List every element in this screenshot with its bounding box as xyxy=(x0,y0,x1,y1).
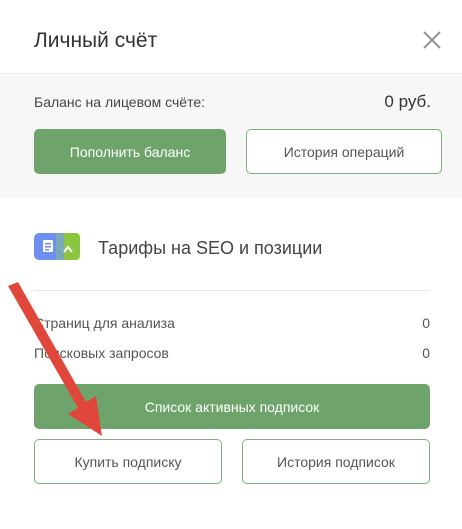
stat-value: 0 xyxy=(422,315,430,331)
buy-subscription-button[interactable]: Купить подписку xyxy=(34,439,222,484)
panel-header: Личный счёт xyxy=(0,0,462,74)
account-panel: Личный счёт Баланс на лицевом счёте: 0 р… xyxy=(0,0,462,529)
stat-label: Поисковых запросов xyxy=(34,345,169,361)
operations-history-button[interactable]: История операций xyxy=(246,129,442,174)
tariff-title: Тарифы на SEO и позиции xyxy=(98,238,323,258)
balance-value: 0 руб. xyxy=(384,92,431,111)
active-subscriptions-button[interactable]: Список активных подписок xyxy=(34,384,430,429)
stat-row-queries: Поисковых запросов 0 xyxy=(34,344,430,362)
stat-value: 0 xyxy=(422,345,430,361)
panel-title: Личный счёт xyxy=(34,29,158,52)
subscription-history-button[interactable]: История подписок xyxy=(242,439,430,484)
divider xyxy=(34,290,430,291)
balance-section: Баланс на лицевом счёте: 0 руб. Пополнит… xyxy=(0,75,462,198)
balance-label: Баланс на лицевом счёте: xyxy=(34,94,206,110)
stat-row-pages: Страниц для анализа 0 xyxy=(34,314,430,332)
close-button[interactable] xyxy=(420,28,444,52)
tariff-icon xyxy=(34,233,80,260)
close-icon xyxy=(423,31,441,49)
topup-balance-button[interactable]: Пополнить баланс xyxy=(34,129,226,174)
tariff-section: Тарифы на SEO и позиции Страниц для анал… xyxy=(0,198,462,529)
stat-label: Страниц для анализа xyxy=(34,315,175,331)
